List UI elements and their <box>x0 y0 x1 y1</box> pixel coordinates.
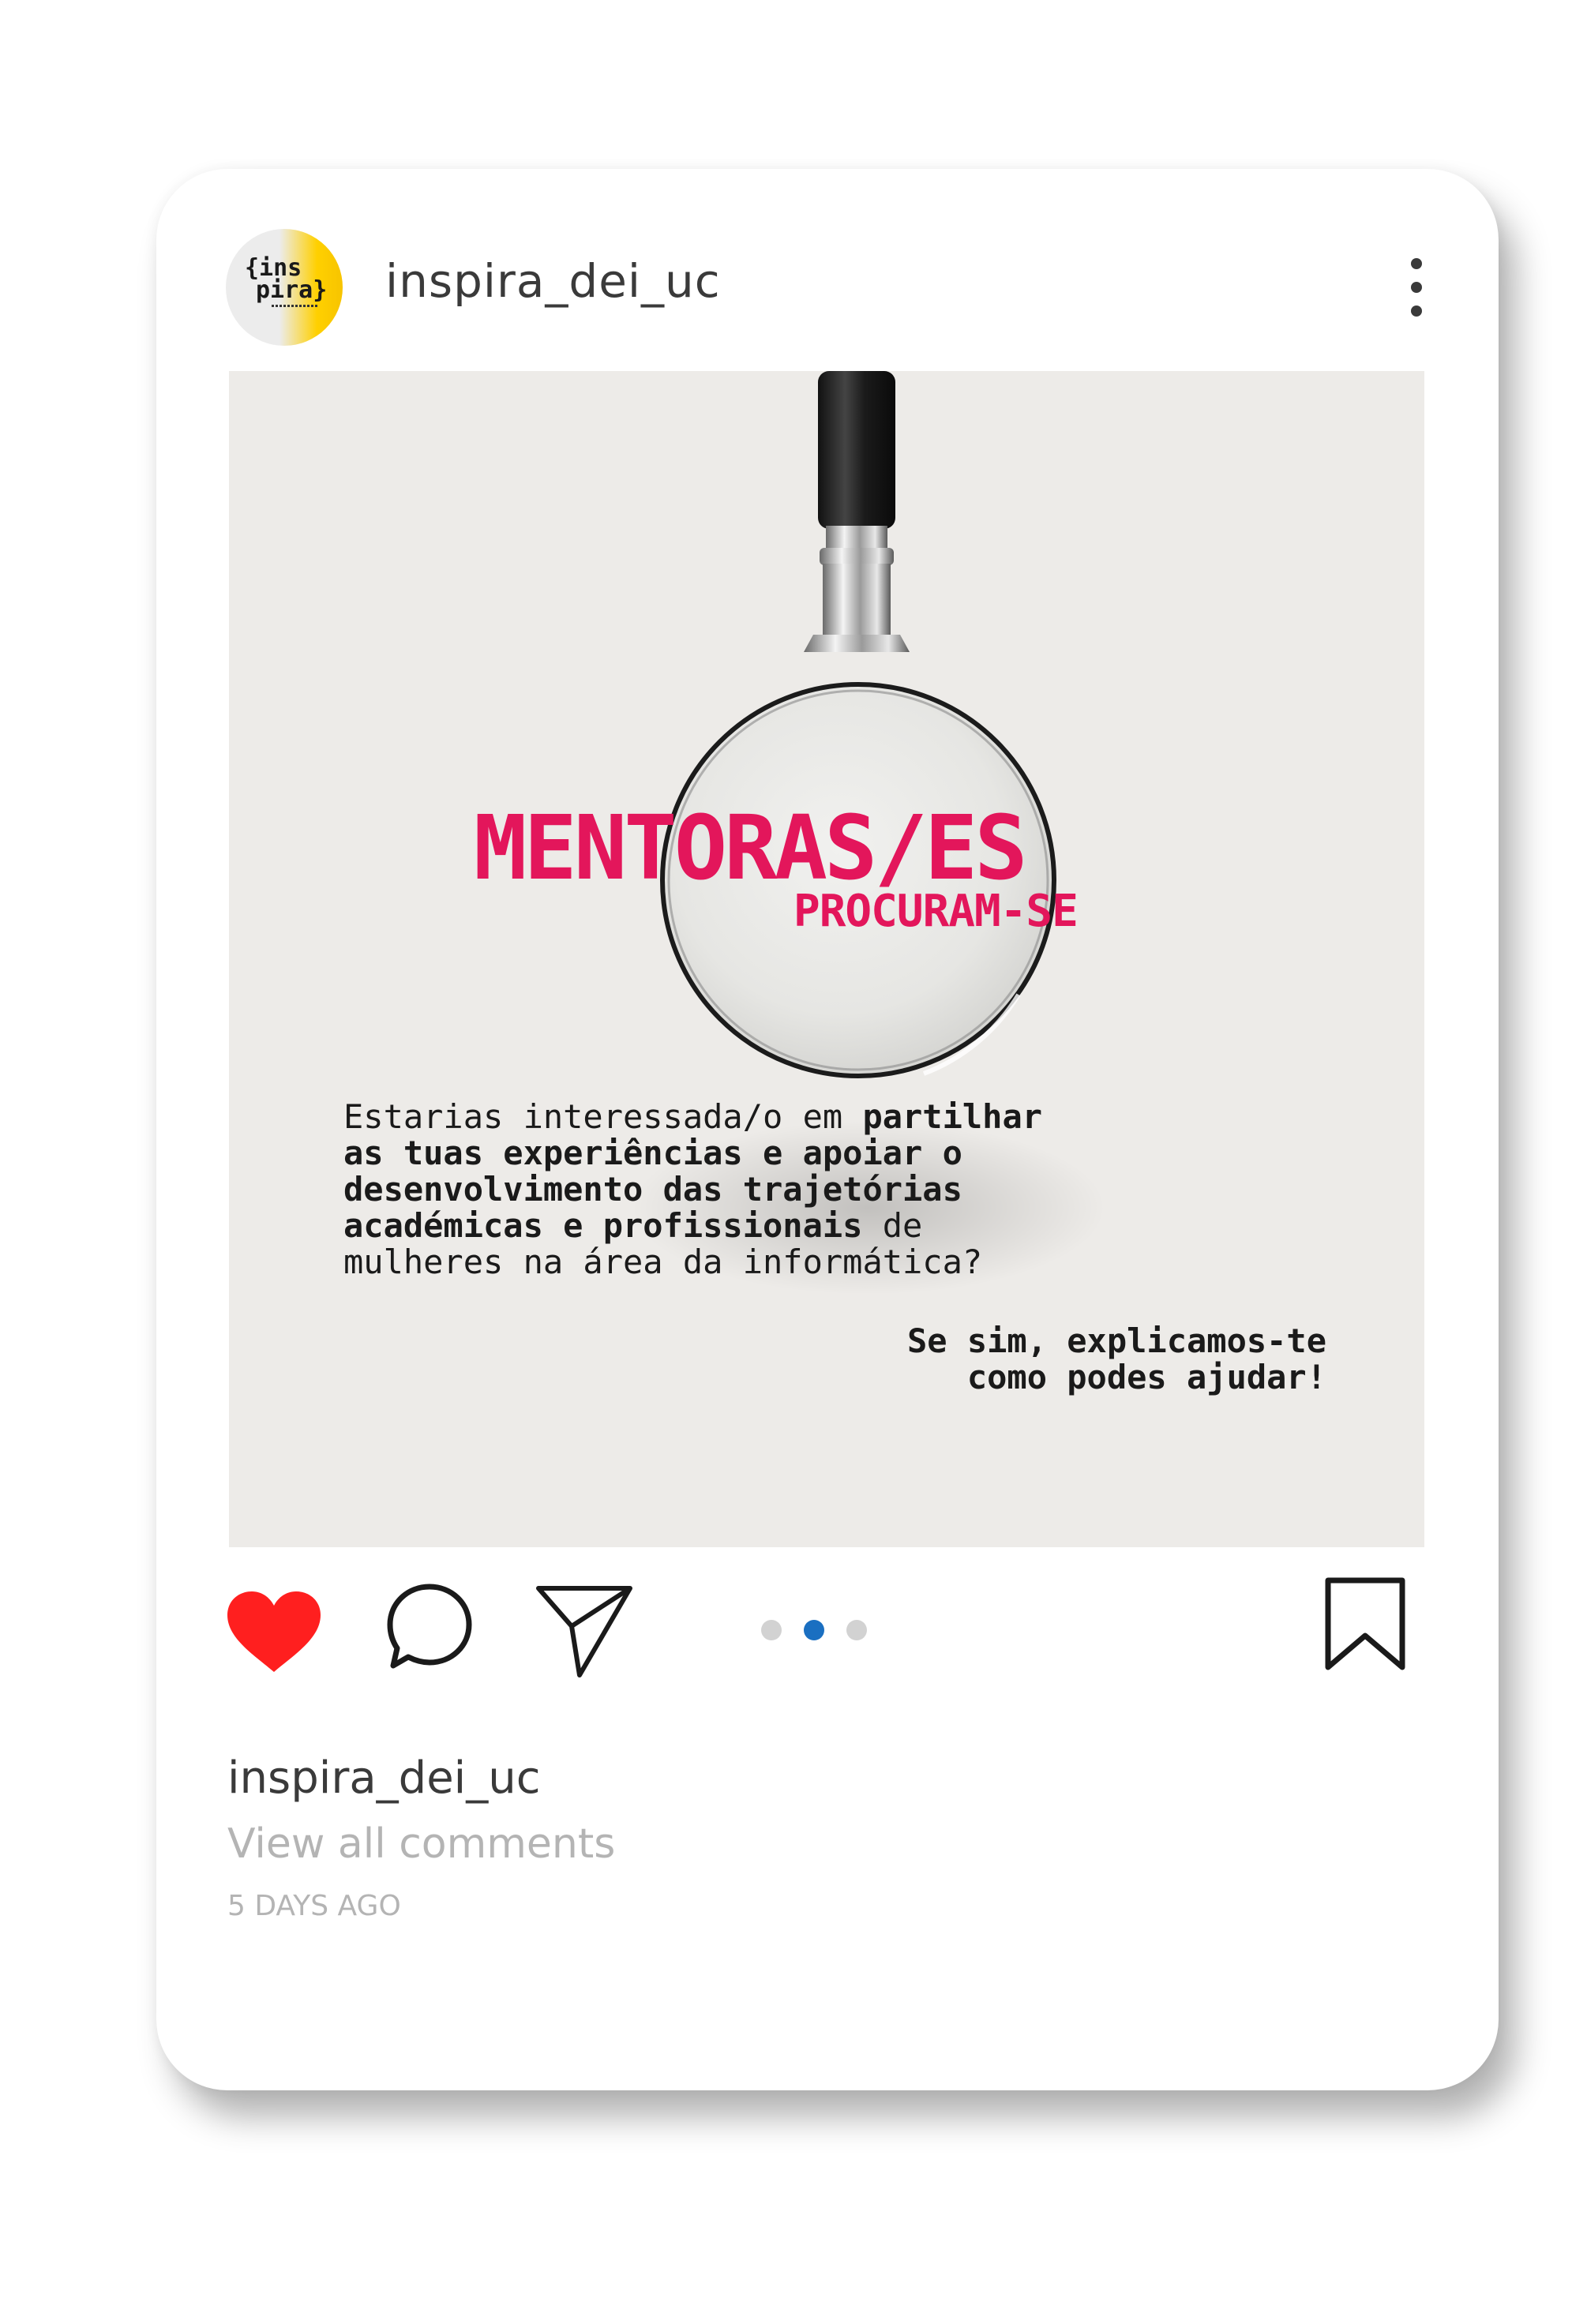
cta-line2: como podes ajudar! <box>966 1358 1326 1396</box>
carousel-dot <box>846 1620 867 1640</box>
header-username[interactable]: inspira_dei_uc <box>385 254 721 308</box>
send-icon[interactable] <box>535 1582 635 1680</box>
logo-tagline <box>272 305 319 307</box>
call-to-action-text: Se sim, explicamos-te como podes ajudar! <box>853 1323 1326 1396</box>
caption-username[interactable]: inspira_dei_uc <box>227 1752 541 1804</box>
comment-icon[interactable] <box>385 1582 474 1672</box>
stage: {ins pira} inspira_dei_uc MENTORAS/ES PR… <box>0 0 1587 2324</box>
view-all-comments-link[interactable]: View all comments <box>227 1820 615 1868</box>
avatar[interactable]: {ins pira} <box>226 229 343 346</box>
bookmark-icon[interactable] <box>1323 1576 1407 1672</box>
logo-text-line2: pira} <box>256 276 328 304</box>
inspira-logo: {ins pira} <box>245 257 328 307</box>
body-text-part1: Estarias interessada/o em <box>343 1097 863 1136</box>
carousel-indicator <box>761 1620 872 1640</box>
more-vertical-icon[interactable] <box>1402 257 1431 317</box>
carousel-dot <box>761 1620 782 1640</box>
cta-line1: Se sim, explicamos-te <box>906 1321 1326 1360</box>
post-body-text: Estarias interessada/o em partilhar as t… <box>343 1099 1101 1280</box>
carousel-dot-active <box>804 1620 824 1640</box>
post-image[interactable]: MENTORAS/ES PROCURAM-SE Estarias interes… <box>229 371 1424 1547</box>
headline-subtitle: PROCURAM-SE <box>794 886 1079 937</box>
post-timestamp: 5 DAYS AGO <box>227 1890 401 1922</box>
heart-icon[interactable] <box>226 1590 322 1674</box>
